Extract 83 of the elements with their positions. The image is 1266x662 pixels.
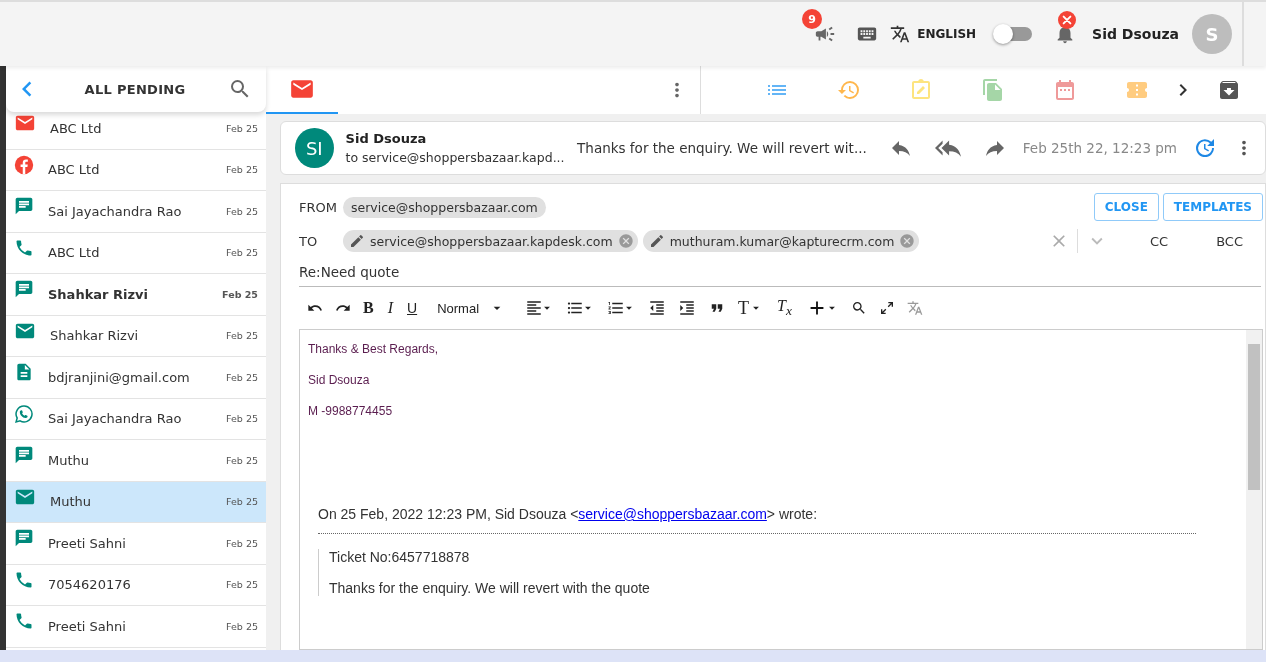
search-icon[interactable] (850, 300, 867, 316)
conversation-item[interactable]: Sai Jayachandra Rao Feb 25 (6, 398, 266, 440)
align-left-icon[interactable] (525, 299, 544, 317)
conversation-item[interactable]: Muthu Feb 25 (6, 481, 266, 523)
item-date: Feb 25 (226, 247, 258, 259)
edit-icon[interactable] (349, 233, 365, 249)
conversation-item[interactable]: ABC Ltd Feb 25 (6, 232, 266, 274)
sender-chip: service@shoppersbazaar.com (343, 196, 546, 218)
quoted-text: Ticket No:6457718878 (329, 549, 471, 565)
conversation-item[interactable]: Sai Jayachandra Rao Feb 25 (6, 191, 266, 233)
item-date: Feb 25 (226, 371, 258, 383)
user-name[interactable]: Sid Dsouza (1092, 26, 1179, 42)
to-label: TO (299, 233, 319, 249)
contact-name: ABC Ltd (48, 162, 101, 178)
conversation-item[interactable]: Preeti Sahni Feb 25 (6, 606, 266, 648)
email-link[interactable]: service@shoppersbazaar.com (578, 506, 767, 522)
quoted-text: Thanks for the enquiry. We will revert with the quote (329, 580, 651, 596)
underline-button[interactable]: U (407, 300, 418, 316)
contact-name: ABC Ltd (50, 120, 103, 136)
conversation-item[interactable]: bdjranjini@gmail.com Feb 25 (6, 357, 266, 399)
conversation-item[interactable]: ABC Ltd Feb 25 (6, 108, 266, 150)
subject-field[interactable]: Re:Need quote (299, 256, 1261, 287)
fullscreen-icon[interactable] (878, 300, 895, 316)
paragraph-style-dropdown[interactable]: Normal (437, 300, 506, 316)
italic-button[interactable]: I (387, 299, 393, 317)
bold-button[interactable]: B (363, 299, 374, 317)
quote-header: On 25 Feb, 2022 12:23 PM, Sid Dsouza <service@shoppersbazaar.com> wrote: (318, 506, 819, 522)
item-date: Feb 25 (226, 330, 258, 342)
recipient-chip[interactable]: service@shoppersbazaar.kapdesk.com (343, 230, 638, 252)
contact-name: ABC Ltd (48, 245, 101, 261)
contact-name: 7054620176 (48, 577, 132, 593)
conversation-item[interactable]: Shahkar Rizvi Feb 25 (6, 315, 266, 357)
list-title: ALL PENDING (83, 81, 187, 97)
item-date: Feb 25 (226, 496, 258, 508)
conversation-item[interactable]: Preeti Sahni Feb 25 (6, 523, 266, 565)
item-date: Feb 25 (226, 454, 258, 466)
item-date: Feb 25 (222, 288, 258, 300)
from-label: FROM (299, 199, 338, 215)
indent-icon[interactable] (678, 299, 697, 317)
message-time: Feb 25th 22, 12:23 pm (1022, 140, 1177, 156)
recipient-text: to service@shoppersbazaar.kapd... (345, 150, 566, 165)
clipboard-icon[interactable] (909, 78, 933, 102)
conversation-item[interactable]: ABC Ltd Feb 25 (6, 149, 266, 191)
contact-name: Preeti Sahni (48, 535, 127, 551)
cc-link[interactable]: CC (1150, 233, 1169, 249)
translate-icon (890, 24, 911, 44)
item-date: Feb 25 (226, 205, 258, 217)
contact-name: Shahkar Rizvi (48, 286, 149, 302)
item-date: Feb 25 (226, 413, 258, 425)
conversation-item[interactable]: Shahkar Rizvi Feb 25 (6, 274, 266, 316)
outdent-icon[interactable] (648, 299, 667, 317)
contact-name: Shahkar Rizvi (50, 328, 140, 344)
item-date: Feb 25 (226, 620, 258, 632)
item-date: Feb 25 (226, 537, 258, 549)
clock-refresh-icon[interactable] (1193, 136, 1217, 160)
numbered-list-icon[interactable] (607, 299, 626, 317)
contact-name: Muthu (50, 494, 93, 510)
contact-name: Sai Jayachandra Rao (48, 203, 183, 219)
sender-avatar: SI (295, 128, 334, 168)
contact-name: Preeti Sahni (48, 618, 127, 634)
signature-line: Thanks & Best Regards, (308, 342, 440, 356)
signature-line: M -9988774455 (308, 404, 394, 418)
text-size-dropdown[interactable]: T (738, 297, 764, 319)
recipient-chip[interactable]: muthuram.kumar@kapturecrm.com (642, 230, 920, 252)
signature-line: Sid Dsouza (308, 373, 371, 387)
language-selector[interactable]: ENGLISH (890, 24, 977, 44)
transliterate-icon[interactable] (906, 300, 923, 316)
conversation-item[interactable]: 7054620176 Feb 25 (6, 564, 266, 606)
sender-name: Sid Dsouza (345, 131, 428, 146)
item-date: Feb 25 (226, 579, 258, 591)
toggle-switch[interactable] (996, 27, 1033, 41)
notification-count-badge: 9 (802, 9, 823, 29)
contact-name: Sai Jayachandra Rao (48, 411, 183, 427)
contact-name: Muthu (48, 452, 91, 468)
edit-icon[interactable] (648, 233, 665, 249)
item-date: Feb 25 (226, 164, 258, 176)
item-date: Feb 25 (226, 122, 258, 134)
bcc-link[interactable]: BCC (1216, 233, 1243, 249)
clear-format-button[interactable]: T$_{x}$ (777, 296, 792, 320)
message-preview: Thanks for the enquiry. We will revert wit... (577, 140, 867, 156)
archive-icon[interactable] (1217, 78, 1241, 102)
contact-name: bdjranjini@gmail.com (48, 369, 191, 385)
conversation-item[interactable]: Muthu Feb 25 (6, 440, 266, 482)
